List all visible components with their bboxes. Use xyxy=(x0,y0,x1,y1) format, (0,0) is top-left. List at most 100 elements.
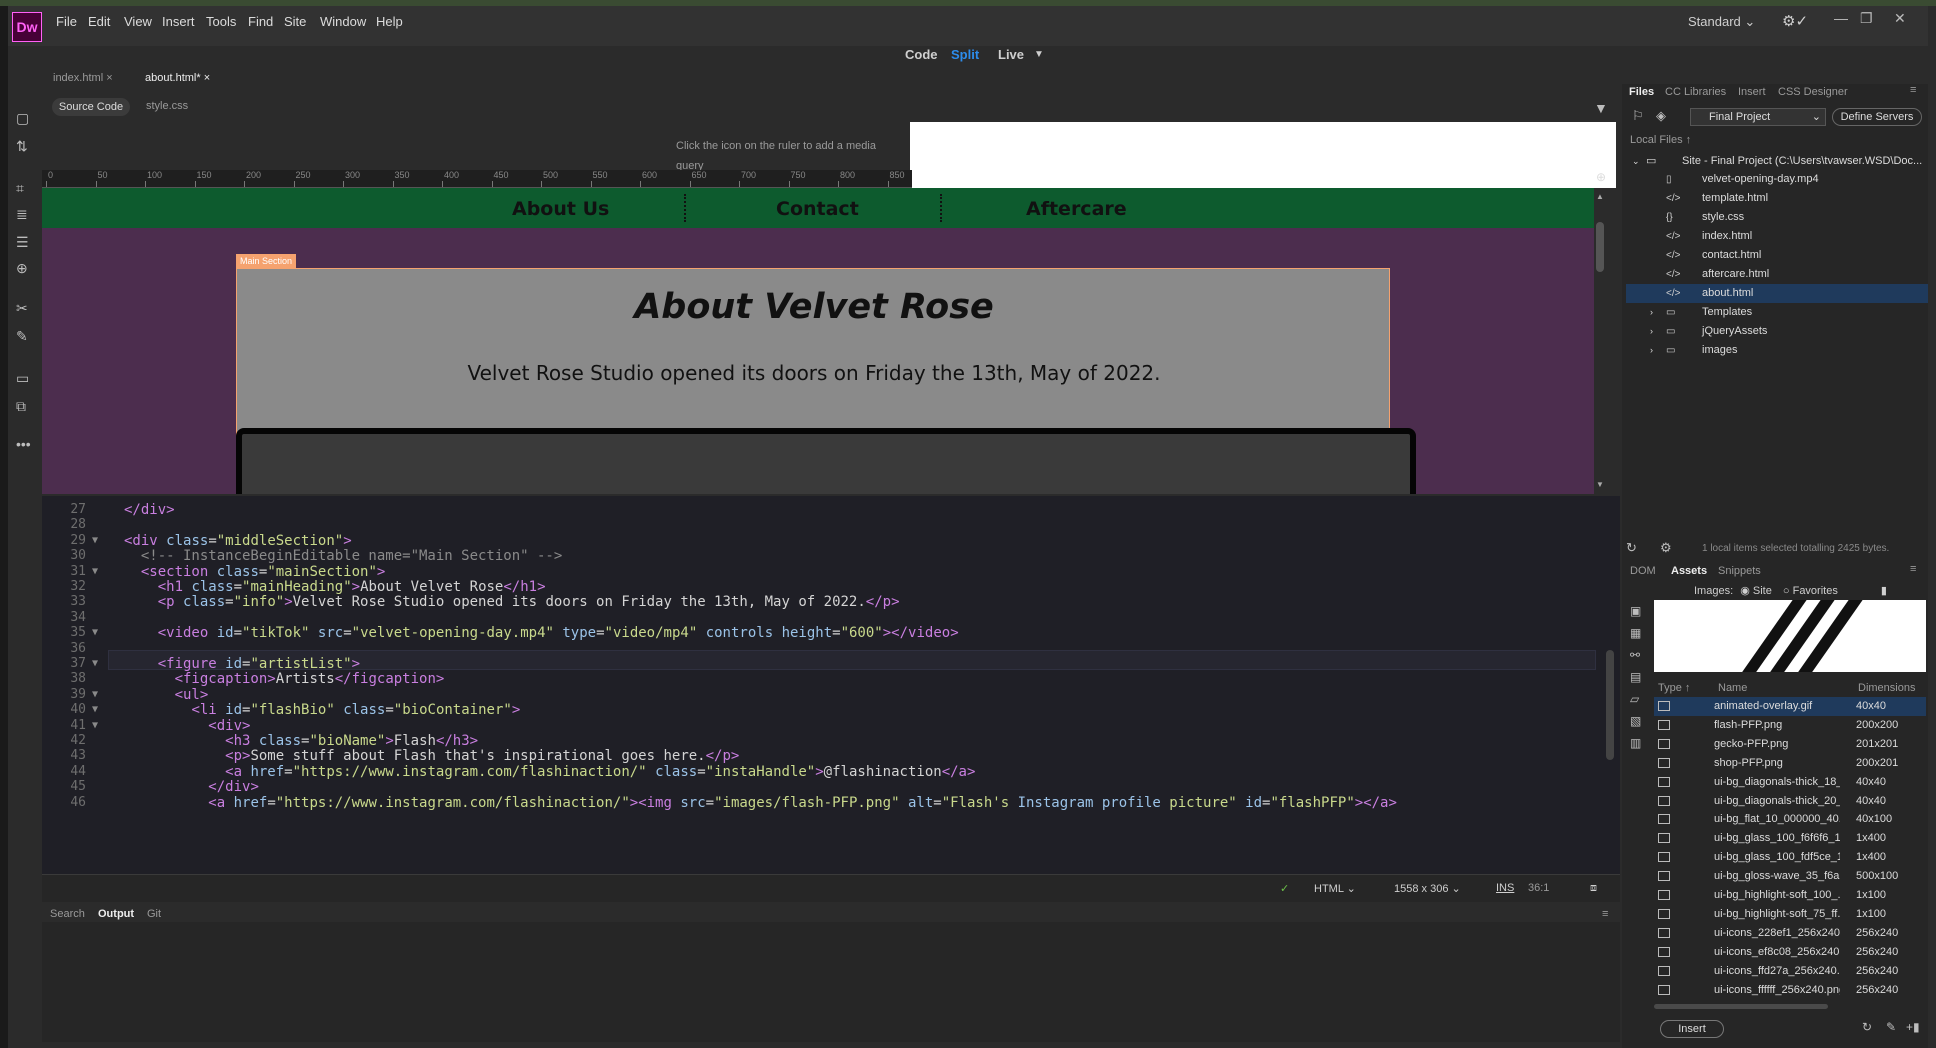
asset-hscrollbar[interactable] xyxy=(1654,1004,1828,1009)
tab-git[interactable]: Git xyxy=(147,908,161,920)
live-code-icon[interactable]: ⧉ xyxy=(16,398,26,415)
asset-row[interactable]: shop-PFP.png 200x201 xyxy=(1654,754,1926,773)
nav-link-about-us[interactable]: About Us xyxy=(512,198,609,220)
live-view-button[interactable]: Live xyxy=(998,47,1024,62)
code-view-button[interactable]: Code xyxy=(905,47,938,62)
fold-toggle-icon[interactable]: ▼ xyxy=(92,627,98,638)
tab-assets[interactable]: Assets xyxy=(1671,565,1707,577)
code-hint-icon[interactable]: ⌗ xyxy=(16,180,24,197)
close-tab-icon[interactable]: × xyxy=(204,72,210,84)
images-category-icon[interactable]: ▣ xyxy=(1630,604,1641,618)
tab-about-html[interactable]: about.html* × xyxy=(145,72,210,84)
restore-icon[interactable]: ❐ xyxy=(1860,10,1873,27)
asset-row[interactable]: ui-bg_glass_100_fdf5ce_1... 1x400 xyxy=(1654,848,1926,867)
tab-css-designer[interactable]: CSS Designer xyxy=(1778,86,1848,98)
code-line[interactable]: <div class="middleSection"> xyxy=(124,533,352,549)
refresh-site-list-icon[interactable]: ↻ xyxy=(1862,1020,1872,1034)
add-to-favorites-icon[interactable]: +▮ xyxy=(1906,1020,1920,1034)
asset-row[interactable]: ui-bg_gloss-wave_35_f6a... 500x100 xyxy=(1654,867,1926,886)
no-errors-icon[interactable]: ✓ xyxy=(1280,882,1289,895)
source-code-button[interactable]: Source Code xyxy=(52,98,130,116)
related-file-style-css[interactable]: style.css xyxy=(146,100,188,112)
code-line[interactable]: <h3 class="bioName">Flash</h3> xyxy=(124,733,478,749)
refresh-icon[interactable]: ↻ xyxy=(1626,540,1637,556)
file-row[interactable]: › ▭ jQueryAssets xyxy=(1626,322,1928,341)
asset-row[interactable]: ui-icons_ffffff_256x240.png 256x240 xyxy=(1654,981,1926,1000)
asset-row[interactable]: ui-bg_diagonals-thick_20_... 40x40 xyxy=(1654,792,1926,811)
tab-insert[interactable]: Insert xyxy=(1738,86,1766,98)
minimize-icon[interactable]: — xyxy=(1834,10,1848,26)
menu-site[interactable]: Site xyxy=(284,14,306,29)
fold-toggle-icon[interactable]: ▼ xyxy=(92,720,98,731)
live-dropdown-icon[interactable]: ▼ xyxy=(1034,49,1044,60)
format-source-icon[interactable]: ≣ xyxy=(16,206,28,223)
file-row[interactable]: {} style.css xyxy=(1626,208,1928,227)
editable-region-tag[interactable]: Main Section xyxy=(236,254,297,268)
chevron-right-icon[interactable]: › xyxy=(1650,341,1653,360)
file-row[interactable]: </> about.html xyxy=(1626,284,1928,303)
col-dimensions[interactable]: Dimensions xyxy=(1858,682,1915,694)
indent-icon[interactable]: ☰ xyxy=(16,234,29,251)
asset-row[interactable]: ui-bg_highlight-soft_100_... 1x100 xyxy=(1654,886,1926,905)
file-row[interactable]: </> aftercare.html xyxy=(1626,265,1928,284)
define-servers-button[interactable]: Define Servers xyxy=(1832,108,1922,126)
asset-row[interactable]: ui-icons_228ef1_256x240.... 256x240 xyxy=(1654,924,1926,943)
site-root-row[interactable]: ⌄ ▭ Site - Final Project (C:\Users\tvaws… xyxy=(1626,152,1928,171)
panel-menu-icon[interactable]: ≡ xyxy=(1602,908,1608,920)
code-scrollbar-thumb[interactable] xyxy=(1606,650,1614,760)
file-row[interactable]: ▯ velvet-opening-day.mp4 xyxy=(1626,170,1928,189)
tab-output[interactable]: Output xyxy=(98,908,134,920)
tab-files[interactable]: Files xyxy=(1629,86,1654,98)
menu-find[interactable]: Find xyxy=(248,14,273,29)
tab-dom[interactable]: DOM xyxy=(1630,565,1656,577)
file-row[interactable]: › ▭ Templates xyxy=(1626,303,1928,322)
code-line[interactable]: <section class="mainSection"> xyxy=(124,564,385,580)
asset-row[interactable]: ui-bg_highlight-soft_75_ff... 1x100 xyxy=(1654,905,1926,924)
brush-icon[interactable]: ✎ xyxy=(16,328,28,345)
menu-help[interactable]: Help xyxy=(376,14,403,29)
split-view-button[interactable]: Split xyxy=(951,47,979,62)
code-line[interactable]: <a href="https://www.instagram.com/flash… xyxy=(124,795,1397,811)
code-line[interactable]: <video id="tikTok" src="velvet-opening-d… xyxy=(124,625,959,641)
radio-site[interactable]: ◉ Site xyxy=(1740,585,1772,597)
window-size-select[interactable]: 1558 x 306 ⌄ xyxy=(1394,882,1461,895)
target-icon[interactable]: ⊕ xyxy=(16,260,28,277)
file-row[interactable]: › ▭ images xyxy=(1626,341,1928,360)
asset-row[interactable]: ui-bg_flat_10_000000_40... 40x100 xyxy=(1654,810,1926,829)
more-tools-icon[interactable]: ••• xyxy=(16,436,31,452)
media-category-icon[interactable]: ▤ xyxy=(1630,670,1641,684)
library-category-icon[interactable]: ▥ xyxy=(1630,736,1641,750)
file-row[interactable]: </> contact.html xyxy=(1626,246,1928,265)
code-line[interactable]: <ul> xyxy=(124,687,209,703)
bookmark-icon[interactable]: ▮ xyxy=(1881,585,1887,597)
scrollbar-thumb[interactable] xyxy=(1596,222,1604,272)
asset-row[interactable]: ui-icons_ef8c08_256x240.... 256x240 xyxy=(1654,943,1926,962)
workspace-switcher[interactable]: Standard ⌄ xyxy=(1688,14,1755,30)
filter-icon[interactable]: ▼ xyxy=(1594,100,1608,116)
chevron-right-icon[interactable]: › xyxy=(1650,322,1653,341)
menu-tools[interactable]: Tools xyxy=(206,14,236,29)
menu-file[interactable]: File xyxy=(56,14,77,29)
edit-icon[interactable]: ✎ xyxy=(1886,1020,1896,1034)
nav-link-contact[interactable]: Contact xyxy=(776,198,859,220)
code-line[interactable]: <figure id="artistList"> xyxy=(124,656,360,672)
panel-menu-icon[interactable]: ≡ xyxy=(1910,563,1916,575)
colors-category-icon[interactable]: ▦ xyxy=(1630,626,1641,640)
preview-icon[interactable]: ⧈ xyxy=(1590,882,1597,895)
fold-toggle-icon[interactable]: ▼ xyxy=(92,658,98,669)
tab-index-html[interactable]: index.html × xyxy=(53,72,113,84)
insert-mode[interactable]: INS xyxy=(1496,882,1514,894)
fold-toggle-icon[interactable]: ▼ xyxy=(92,689,98,700)
code-line[interactable]: <!-- InstanceBeginEditable name="Main Se… xyxy=(124,548,562,564)
sync-settings-icon[interactable]: ⚙✓ xyxy=(1782,12,1808,30)
radio-favorites[interactable]: ○ Favorites xyxy=(1783,585,1838,597)
add-media-query-icon[interactable]: ⊕ xyxy=(1596,170,1606,184)
panel-menu-icon[interactable]: ≡ xyxy=(1910,84,1916,96)
new-document-icon[interactable]: ▢ xyxy=(16,110,29,127)
git-icon[interactable]: ◈ xyxy=(1656,108,1666,124)
file-row[interactable]: </> index.html xyxy=(1626,227,1928,246)
live-view[interactable]: About Us Contact Aftercare Main Section … xyxy=(42,188,1594,494)
menu-window[interactable]: Window xyxy=(320,14,366,29)
fold-toggle-icon[interactable]: ▼ xyxy=(92,704,98,715)
col-type[interactable]: Type ↑ xyxy=(1658,682,1690,694)
